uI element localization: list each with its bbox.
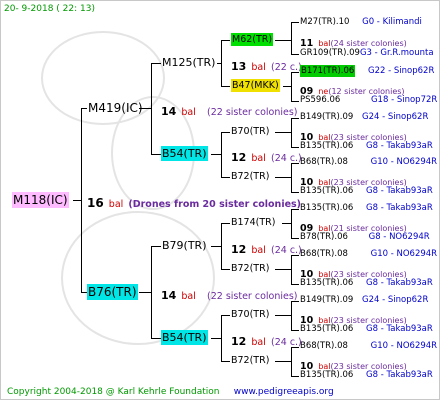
- gen2-queen[interactable]: B54(TR): [161, 330, 208, 345]
- gen1-queen[interactable]: M419(IC): [88, 102, 143, 114]
- gen4-drone[interactable]: B135(TR).06 G8 - Takab93aR: [300, 371, 433, 380]
- gen1-drone-info: 14 bal (22 sister colonies): [161, 289, 298, 302]
- gen3-queen[interactable]: B72(TR): [231, 172, 269, 182]
- gen4-drone[interactable]: B135(TR).06 G8 - Takab93aR: [300, 325, 433, 334]
- root-queen[interactable]: M118(IC): [12, 192, 69, 208]
- gen2-queen[interactable]: M125(TR): [162, 57, 215, 68]
- gen4-queen[interactable]: B149(TR).09 G24 - Sinop62R: [300, 113, 428, 122]
- gen1-drone-info: 14 bal (22 sister colonies): [161, 105, 298, 118]
- gen3-queen[interactable]: B72(TR): [231, 264, 269, 274]
- gen4-queen[interactable]: B68(TR).08 G10 - NO6294R: [300, 342, 437, 351]
- gen3-queen[interactable]: B47(MKK): [231, 79, 280, 92]
- gen3-queen[interactable]: B72(TR): [231, 356, 269, 366]
- gen2-drone-info: 13 bal (22 c.): [231, 60, 302, 73]
- pedigree-tree: 20- 9-2018 ( 22: 13) Copyright 2004-2018…: [0, 0, 440, 400]
- gen4-drone-info: 11 bal(24 sister colonies): [300, 38, 407, 49]
- gen2-drone-info: 12 bal (24 c.): [231, 335, 302, 348]
- gen4-queen[interactable]: B68(TR).08 G10 - NO6294R: [300, 250, 437, 259]
- root-drone-info: 16 bal (Drones from 20 sister colonies): [87, 196, 302, 210]
- gen4-drone[interactable]: B78(TR).06 G8 - NO6294R: [300, 233, 430, 242]
- gen4-drone[interactable]: B135(TR).06 G8 - Takab93aR: [300, 279, 433, 288]
- gen2-queen[interactable]: B79(TR): [162, 240, 207, 251]
- gen3-queen[interactable]: B174(TR): [231, 218, 275, 228]
- copyright-text: Copyright 2004-2018 @ Karl Kehrle Founda…: [7, 387, 220, 397]
- gen4-queen[interactable]: B171(TR).06 G22 - Sinop62R: [300, 65, 434, 77]
- gen4-queen[interactable]: B68(TR).08 G10 - NO6294R: [300, 158, 437, 167]
- gen2-drone-info: 12 bal (24 c.): [231, 151, 302, 164]
- watermark-body: [61, 211, 215, 345]
- gen4-drone[interactable]: B135(TR).06 G8 - Takab93aR: [300, 142, 433, 151]
- gen4-queen[interactable]: M27(TR).10 G0 - Kilimandi: [300, 18, 422, 27]
- gen4-drone[interactable]: B135(TR).06 G8 - Takab93aR: [300, 187, 433, 196]
- date-stamp: 20- 9-2018 ( 22: 13): [4, 4, 95, 14]
- gen4-queen[interactable]: B135(TR).06 G8 - Takab93aR: [300, 204, 433, 213]
- gen2-queen[interactable]: B54(TR): [161, 146, 208, 161]
- copyright-footer: Copyright 2004-2018 @ Karl Kehrle Founda…: [7, 388, 334, 397]
- gen4-drone[interactable]: PS596.06 G18 - Sinop72R: [300, 96, 437, 105]
- gen3-queen[interactable]: B70(TR): [231, 310, 269, 320]
- gen1-queen[interactable]: B76(TR): [87, 284, 138, 300]
- gen3-queen[interactable]: M62(TR): [231, 33, 274, 46]
- gen4-drone[interactable]: GR109(TR).09G3 - Gr.R.mounta: [300, 49, 434, 58]
- site-link[interactable]: www.pedigreeapis.org: [234, 387, 334, 397]
- gen3-queen[interactable]: B70(TR): [231, 127, 269, 137]
- gen2-drone-info: 12 bal (24 c.): [231, 243, 302, 256]
- gen4-queen[interactable]: B149(TR).09 G24 - Sinop62R: [300, 296, 428, 305]
